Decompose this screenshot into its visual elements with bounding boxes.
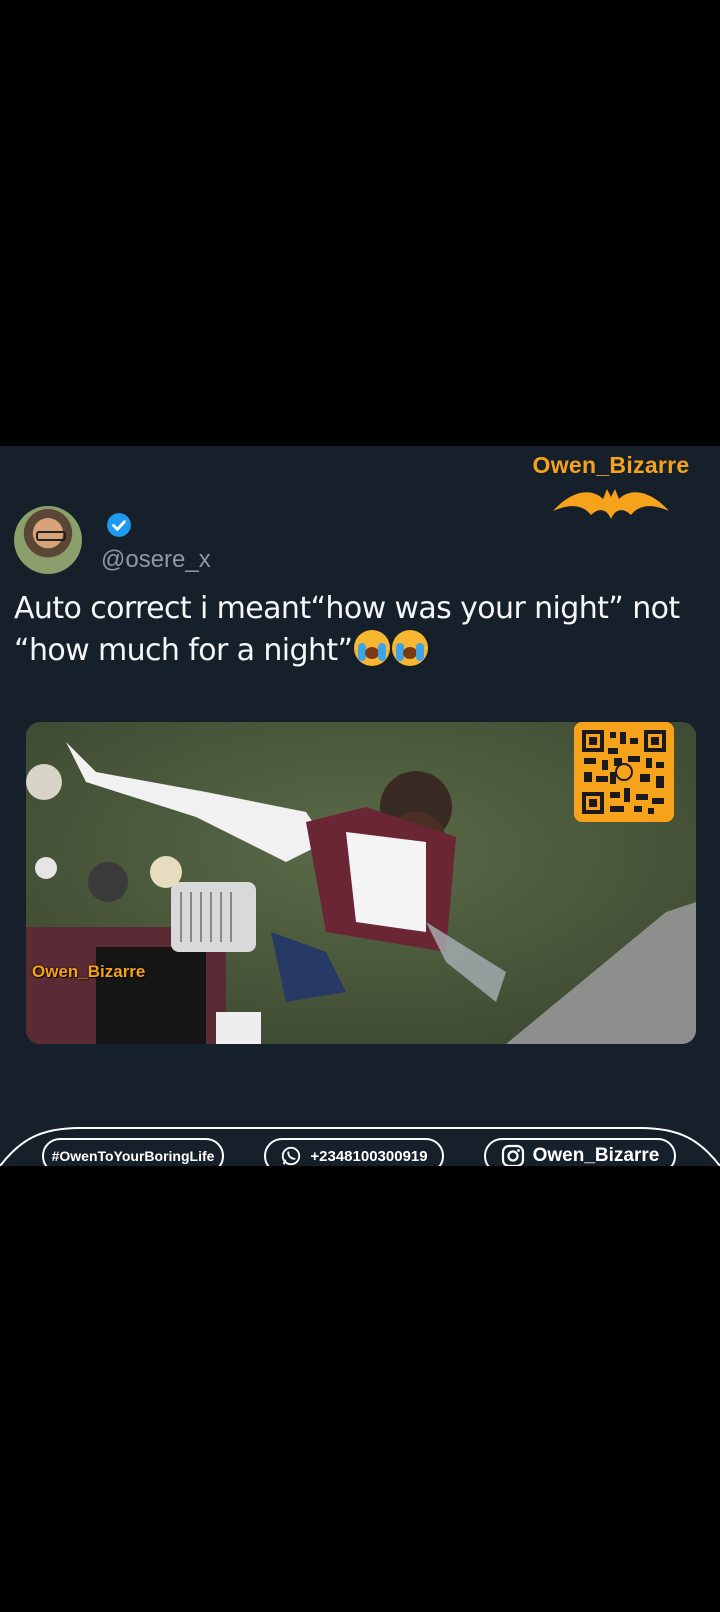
crying-face-emoji-icon <box>392 630 429 666</box>
instagram-icon <box>501 1144 525 1166</box>
whatsapp-pill[interactable]: +2348100300919 <box>264 1138 444 1166</box>
post-card: Owen_Bizarre @osere_x Auto correct i mea… <box>0 446 720 1166</box>
whatsapp-icon <box>280 1145 302 1166</box>
hashtag-text: #OwenToYourBoringLife <box>51 1148 215 1164</box>
avatar[interactable] <box>14 506 82 574</box>
qr-code[interactable] <box>574 722 674 822</box>
bat-logo-icon <box>553 489 669 519</box>
whatsapp-number: +2348100300919 <box>310 1147 428 1165</box>
brand-watermark: Owen_Bizarre <box>516 452 706 521</box>
qr-code-icon <box>580 728 668 816</box>
verified-badge-icon <box>107 513 131 537</box>
crying-face-emoji-icon <box>354 630 391 666</box>
brand-name: Owen_Bizarre <box>532 452 690 478</box>
tweet-media-image[interactable]: Owen_Bizarre <box>26 722 696 1044</box>
hashtag-pill[interactable]: #OwenToYourBoringLife <box>42 1138 224 1166</box>
tweet-text-block: Auto correct i meant“how was your night”… <box>14 588 704 672</box>
user-handle[interactable]: @osere_x <box>101 546 211 574</box>
tweet-text: Auto correct i meant“how was your night”… <box>14 591 680 668</box>
instagram-pill[interactable]: Owen_Bizarre <box>484 1138 676 1166</box>
instagram-handle: Owen_Bizarre <box>532 1145 660 1166</box>
footer-bar: #OwenToYourBoringLife +2348100300919 Owe… <box>0 1100 720 1166</box>
brand-watermark-photo: Owen_Bizarre <box>32 962 146 981</box>
